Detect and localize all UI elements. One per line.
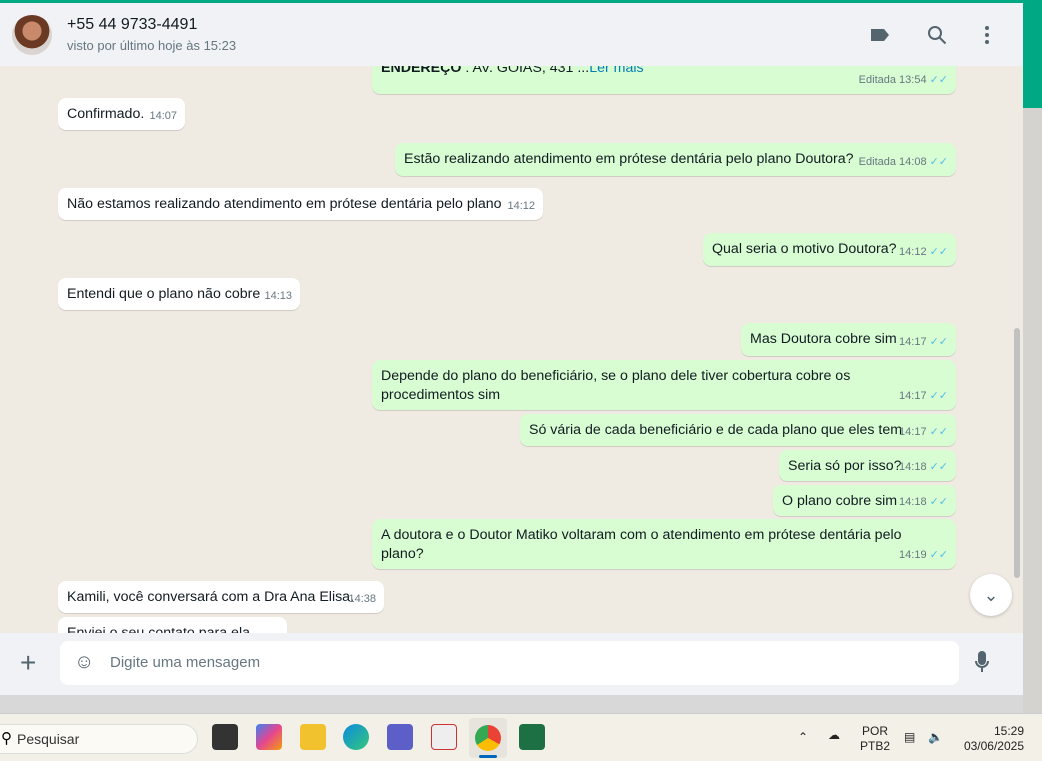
scrollbar[interactable]	[1014, 328, 1020, 578]
label-icon[interactable]	[868, 23, 892, 47]
read-receipt-icon: ✓✓	[929, 246, 948, 258]
message-text: A doutora e o Doutor Matiko voltaram com…	[381, 527, 902, 562]
emoji-icon[interactable]: ☺	[74, 651, 94, 674]
read-receipt-icon: ✓✓	[929, 336, 948, 348]
clock-date: 03/06/2025	[963, 739, 1024, 753]
taskbar-search-label: Pesquisar	[17, 731, 80, 747]
message-meta: 14:12 ✓✓	[899, 246, 948, 258]
search-icon[interactable]	[925, 23, 949, 47]
message-meta: 14:12	[507, 200, 535, 212]
message-text: Depende do plano do beneficiário, se o p…	[381, 368, 851, 403]
message-meta: 14:07	[149, 110, 177, 122]
language-indicator[interactable]: POR PTB2	[860, 724, 890, 754]
read-receipt-icon: ✓✓	[929, 156, 948, 168]
contact-name[interactable]: +55 44 9733-4491	[67, 16, 197, 34]
volume-icon[interactable]: 🔈	[928, 730, 943, 745]
incoming-message[interactable]: Não estamos realizando atendimento em pr…	[58, 188, 543, 220]
message-text: Kamili, você conversará com a Dra Ana El…	[67, 589, 355, 605]
edge-icon[interactable]	[343, 724, 369, 750]
message-placeholder: Digite uma mensagem	[110, 654, 261, 671]
snipping-tool-icon[interactable]	[431, 724, 457, 750]
read-receipt-icon: ✓✓	[929, 496, 948, 508]
chat-header[interactable]: +55 44 9733-4491 visto por último hoje à…	[0, 3, 1023, 66]
compose-bar: + ☺ Digite uma mensagem	[0, 633, 1023, 695]
read-more-link[interactable]: Ler mais	[589, 66, 643, 76]
message-meta: 14:18 ✓✓	[899, 461, 948, 473]
avatar[interactable]	[12, 15, 52, 55]
clock[interactable]: 15:29 03/06/2025	[960, 724, 1024, 754]
m365-icon[interactable]	[256, 724, 282, 750]
outgoing-message[interactable]: Seria só por isso? 14:18 ✓✓	[779, 450, 956, 481]
microphone-icon[interactable]	[975, 651, 989, 679]
message-meta: 14:38	[348, 593, 376, 605]
message-meta: 14:19 ✓✓	[899, 549, 948, 561]
outgoing-message[interactable]: Mas Doutora cobre sim 14:17 ✓✓	[741, 323, 956, 356]
message-text: Entendi que o plano não cobre	[67, 286, 261, 302]
message-input[interactable]: ☺ Digite uma mensagem	[60, 641, 959, 685]
read-receipt-icon: ✓✓	[929, 390, 948, 402]
clock-time: 15:29	[993, 724, 1024, 738]
outgoing-message[interactable]: Estão realizando atendimento em prótese …	[395, 143, 956, 176]
message-text: Não estamos realizando atendimento em pr…	[67, 196, 502, 212]
incoming-message[interactable]: Enviei o seu contato para ela	[58, 617, 287, 633]
outgoing-message[interactable]: O plano cobre sim 14:18 ✓✓	[773, 485, 956, 516]
message-meta: 14:18 ✓✓	[899, 496, 948, 508]
outgoing-message[interactable]: Só vária de cada beneficiário e de cada …	[520, 414, 956, 446]
message-meta: 14:17 ✓✓	[899, 390, 948, 402]
excel-icon[interactable]	[519, 724, 545, 750]
read-receipt-icon: ✓✓	[929, 426, 948, 438]
message-meta: Editada 14:08 ✓✓	[858, 156, 948, 168]
outgoing-message[interactable]: ENDEREÇO : AV. GOIAS, 431 ...Ler mais Edi…	[372, 66, 956, 94]
window-edge	[1023, 0, 1042, 108]
incoming-message[interactable]: Confirmado. 14:07	[58, 98, 185, 130]
outgoing-message[interactable]: Qual seria o motivo Doutora? 14:12 ✓✓	[703, 233, 956, 266]
show-hidden-icons[interactable]: ⌃	[798, 730, 808, 745]
message-text: Só vária de cada beneficiário e de cada …	[529, 422, 903, 438]
teams-icon[interactable]	[387, 724, 413, 750]
message-text: Enviei o seu contato para ela	[67, 625, 250, 633]
language-label: POR	[862, 724, 889, 738]
message-meta: Editada 13:54 ✓✓	[858, 74, 948, 86]
network-icon[interactable]: ▤	[904, 730, 915, 745]
menu-icon[interactable]	[975, 23, 999, 47]
message-meta: 14:13	[264, 290, 292, 302]
message-bold-text: ENDEREÇO	[381, 66, 462, 76]
read-receipt-icon: ✓✓	[929, 461, 948, 473]
keyboard-label: PTB2	[860, 739, 891, 753]
message-meta: 14:17 ✓✓	[899, 426, 948, 438]
read-receipt-icon: ✓✓	[929, 74, 948, 86]
message-list[interactable]: Enviei o seu contato para ela Kamili, voc…	[0, 66, 1023, 633]
chrome-taskbar-button[interactable]	[469, 718, 507, 758]
window-edge-gray	[1023, 108, 1042, 713]
read-receipt-icon: ✓✓	[929, 549, 948, 561]
taskbar-search[interactable]: ⚲ Pesquisar	[0, 724, 198, 754]
scroll-down-button[interactable]: ⌄	[970, 574, 1012, 616]
incoming-message[interactable]: Entendi que o plano não cobre 14:13	[58, 278, 300, 310]
outgoing-message[interactable]: A doutora e o Doutor Matiko voltaram com…	[372, 519, 956, 569]
file-explorer-icon[interactable]	[300, 724, 326, 750]
onedrive-icon[interactable]: ☁	[828, 728, 840, 743]
last-seen: visto por último hoje às 15:23	[67, 38, 237, 53]
task-view-icon[interactable]	[212, 724, 238, 750]
attach-plus-icon[interactable]: +	[20, 649, 36, 677]
message-meta: 14:17 ✓✓	[899, 336, 948, 348]
taskbar: ⚲ Pesquisar ⌃ ☁ POR PTB2 ▤ 🔈 15:29 03/06/20…	[0, 713, 1042, 761]
chevron-down-icon: ⌄	[983, 585, 999, 605]
search-icon: ⚲	[1, 730, 12, 747]
outgoing-message[interactable]: Depende do plano do beneficiário, se o p…	[372, 360, 956, 410]
incoming-message[interactable]: Kamili, você conversará com a Dra Ana El…	[58, 581, 384, 613]
chrome-icon	[475, 725, 501, 751]
